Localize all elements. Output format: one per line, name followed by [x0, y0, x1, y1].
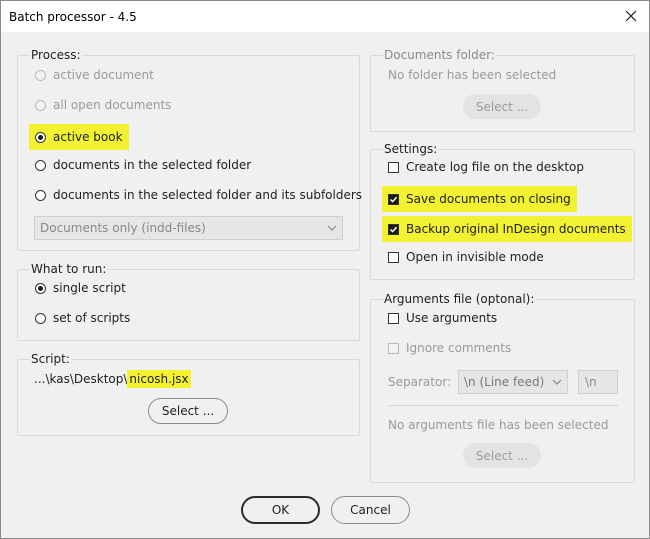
window-title: Batch processor - 4.5: [9, 10, 137, 24]
process-option-all-open-documents[interactable]: all open documents: [35, 94, 171, 116]
script-path: ...\kas\Desktop\ nicosh.jsx: [34, 368, 191, 390]
script-panel: Script: ...\kas\Desktop\ nicosh.jsx Selec…: [17, 352, 360, 436]
checkbox[interactable]: [388, 312, 399, 324]
button-label: OK: [271, 503, 290, 517]
separator-divider: [388, 405, 618, 406]
separator-char-value: \n: [585, 375, 597, 389]
setting-save-documents-on-closing[interactable]: Save documents on closing: [382, 186, 577, 212]
button-label: Select ...: [475, 448, 529, 463]
option-label: Use arguments: [406, 311, 498, 325]
script-path-prefix: ...\kas\Desktop\: [34, 372, 128, 386]
separator-dropdown[interactable]: \n (Line feed): [458, 370, 568, 394]
option-label: active document: [53, 68, 154, 82]
radio-button[interactable]: [35, 99, 46, 111]
settings-panel: Settings: Create log file on the desktop…: [370, 142, 635, 280]
documents-folder-legend: Documents folder:: [383, 48, 496, 62]
option-label: Backup original InDesign documents: [406, 222, 626, 236]
setting-backup-original-documents[interactable]: Backup original InDesign documents: [382, 216, 632, 242]
status-text: No arguments file has been selected: [388, 418, 609, 432]
script-legend: Script:: [30, 352, 71, 366]
documents-folder-select-button[interactable]: Select ...: [463, 94, 541, 119]
checkmark-icon: [389, 196, 398, 203]
process-panel: Process: active document all open docume…: [17, 48, 362, 251]
radio-button[interactable]: [35, 69, 46, 81]
arguments-status: No arguments file has been selected: [388, 414, 608, 436]
process-option-active-document[interactable]: active document: [35, 64, 154, 86]
arguments-legend: Arguments file (optonal):: [383, 292, 536, 306]
separator-label: Separator:: [388, 371, 451, 393]
close-icon: [625, 10, 637, 22]
separator-char-field[interactable]: \n: [578, 370, 618, 394]
cancel-button[interactable]: Cancel: [331, 496, 410, 524]
checkmark-icon: [389, 226, 398, 233]
checkbox[interactable]: [388, 223, 399, 235]
option-label: single script: [53, 281, 126, 295]
radio-button[interactable]: [35, 131, 46, 143]
setting-create-log-file[interactable]: Create log file on the desktop: [388, 156, 584, 178]
button-label: Select ...: [475, 99, 529, 114]
radio-button[interactable]: [35, 282, 46, 294]
separator-value: \n (Line feed): [464, 375, 545, 389]
ok-button[interactable]: OK: [241, 496, 320, 524]
label-text: Separator:: [388, 375, 452, 389]
option-label: active book: [53, 130, 123, 144]
ignore-comments-option[interactable]: Ignore comments: [388, 337, 511, 359]
file-type-value: Documents only (indd-files): [40, 221, 206, 235]
checkbox[interactable]: [388, 342, 399, 354]
option-label: Ignore comments: [406, 341, 512, 355]
file-type-dropdown[interactable]: Documents only (indd-files): [34, 216, 343, 240]
status-text: No folder has been selected: [388, 68, 557, 82]
script-filename: nicosh.jsx: [127, 370, 191, 388]
settings-legend: Settings:: [383, 142, 439, 156]
checkbox[interactable]: [388, 251, 399, 263]
process-option-selected-folder[interactable]: documents in the selected folder: [35, 154, 251, 176]
arguments-select-button[interactable]: Select ...: [463, 443, 541, 468]
run-option-set-of-scripts[interactable]: set of scripts: [35, 307, 130, 329]
chevron-down-icon: [327, 225, 337, 231]
radio-button[interactable]: [35, 189, 46, 201]
button-label: Select ...: [161, 404, 215, 418]
option-label: Open in invisible mode: [406, 250, 544, 264]
checkbox[interactable]: [388, 161, 399, 173]
option-label: set of scripts: [53, 311, 131, 325]
use-arguments-option[interactable]: Use arguments: [388, 307, 497, 329]
chevron-down-icon: [552, 379, 562, 385]
option-label: documents in the selected folder: [53, 158, 252, 172]
process-legend: Process:: [30, 48, 82, 62]
radio-button[interactable]: [35, 159, 46, 171]
documents-folder-panel: Documents folder: No folder has been sel…: [370, 48, 635, 132]
run-option-single-script[interactable]: single script: [35, 277, 126, 299]
option-label: documents in the selected folder and its…: [53, 188, 363, 202]
option-label: Save documents on closing: [406, 192, 571, 206]
what-to-run-legend: What to run:: [30, 262, 108, 276]
documents-folder-status: No folder has been selected: [388, 64, 556, 86]
option-label: Create log file on the desktop: [406, 160, 585, 174]
checkbox[interactable]: [388, 193, 399, 205]
process-option-active-book[interactable]: active book: [29, 124, 129, 150]
radio-button[interactable]: [35, 312, 46, 324]
what-to-run-panel: What to run: single script set of script…: [17, 262, 360, 341]
setting-open-in-invisible-mode[interactable]: Open in invisible mode: [388, 246, 544, 268]
process-option-folder-and-subfolders[interactable]: documents in the selected folder and its…: [35, 184, 362, 206]
button-label: Cancel: [350, 503, 391, 517]
title-bar: Batch processor - 4.5: [1, 1, 649, 32]
batch-processor-dialog: Batch processor - 4.5 Process: active do…: [0, 0, 650, 539]
option-label: all open documents: [53, 98, 172, 112]
script-select-button[interactable]: Select ...: [148, 398, 228, 424]
arguments-panel: Arguments file (optonal): Use arguments …: [370, 292, 635, 483]
close-button[interactable]: [617, 3, 645, 29]
